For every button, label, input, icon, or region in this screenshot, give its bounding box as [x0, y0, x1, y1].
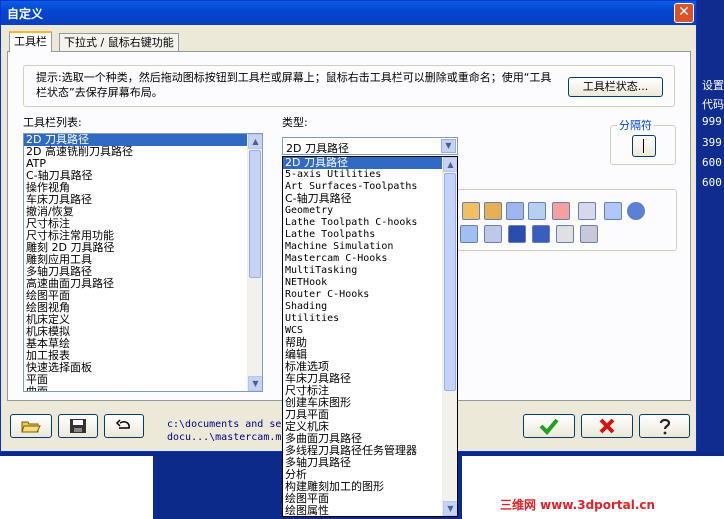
- toolbar-list-scrollbar[interactable]: ▲ ▼: [247, 134, 262, 391]
- background-window-strip: 设置 代码 999 399 600 600: [696, 0, 724, 519]
- category-option[interactable]: Utilities: [283, 313, 457, 325]
- palette-button-3-icon[interactable]: [506, 202, 524, 220]
- info-box: 提示:选取一个种类，然后拖动图标按钮到工具栏或屏幕上；鼠标右击工具栏可以删除或重…: [23, 65, 675, 107]
- open-button[interactable]: [10, 414, 52, 438]
- palette-button-8-icon[interactable]: [627, 202, 645, 220]
- category-option[interactable]: WCS: [283, 325, 457, 337]
- palette-button-6-icon[interactable]: [578, 202, 596, 220]
- category-option[interactable]: 2D 刀具路径: [283, 157, 457, 169]
- category-option[interactable]: Shading: [283, 301, 457, 313]
- reset-button[interactable]: [104, 414, 144, 438]
- close-button[interactable]: ✕: [674, 3, 694, 23]
- category-dropdown-list[interactable]: 2D 刀具路径 5-axis Utilities Art Surfaces-Tool…: [282, 156, 458, 517]
- cancel-button[interactable]: [581, 414, 633, 438]
- save-disk-icon: [70, 419, 86, 433]
- toolbar-file-path-line2: docu...\mastercam.m: [167, 432, 282, 443]
- palette-button-5-icon[interactable]: [552, 202, 570, 220]
- x-icon: [599, 418, 615, 434]
- category-option[interactable]: Lathe Toolpath C-hooks: [283, 217, 457, 229]
- chevron-down-icon[interactable]: ▼: [441, 139, 456, 153]
- category-option[interactable]: 5-axis Utilities: [283, 169, 457, 181]
- background-text-4: 600: [702, 156, 722, 169]
- category-label: 类型:: [282, 116, 308, 129]
- separator-label: 分隔符: [617, 117, 654, 133]
- scroll-up-icon[interactable]: ▲: [248, 134, 262, 149]
- window-title: 自定义: [7, 7, 44, 21]
- palette-button-9-icon[interactable]: [460, 225, 478, 243]
- background-text-2: 999: [702, 115, 722, 128]
- category-option[interactable]: Mastercam C-Hooks: [283, 253, 457, 265]
- palette-button-14-icon[interactable]: [580, 225, 598, 243]
- category-option[interactable]: Lathe Toolpaths: [283, 229, 457, 241]
- scroll-up-icon[interactable]: ▲: [443, 157, 457, 172]
- ok-button[interactable]: [523, 414, 575, 438]
- customize-dialog: 自定义 ✕ 工具栏 下拉式 / 鼠标右键功能 提示:选取一个种类，然后拖动图标按…: [0, 0, 697, 517]
- palette-button-12-icon[interactable]: [532, 225, 550, 243]
- category-option[interactable]: Router C-Hooks: [283, 289, 457, 301]
- palette-button-10-icon[interactable]: [484, 225, 502, 243]
- background-text-0: 设置: [702, 79, 724, 92]
- help-button[interactable]: [639, 414, 690, 438]
- scroll-down-icon[interactable]: ▼: [248, 376, 262, 391]
- toolbar-file-path-line1: c:\documents and se: [167, 419, 282, 430]
- separator-button[interactable]: [632, 135, 656, 157]
- toolbar-list-item[interactable]: 曲面: [24, 386, 262, 392]
- check-icon: [539, 418, 559, 435]
- toolbar-list-item[interactable]: 平面: [24, 374, 262, 386]
- category-option[interactable]: 多轴刀具路径: [283, 457, 457, 469]
- open-folder-icon: [21, 421, 41, 433]
- palette-button-13-icon[interactable]: [556, 225, 574, 243]
- category-option[interactable]: Geometry: [283, 205, 457, 217]
- category-option[interactable]: Machine Simulation: [283, 241, 457, 253]
- palette-button-2-icon[interactable]: [484, 202, 502, 220]
- save-button[interactable]: [58, 414, 98, 438]
- category-select[interactable]: 2D 刀具路径 ▼: [282, 137, 458, 155]
- background-text-5: 600: [702, 176, 722, 189]
- undo-arrow-icon: [115, 419, 130, 429]
- scroll-thumb[interactable]: [249, 150, 261, 278]
- category-option[interactable]: 绘图属性: [283, 505, 457, 517]
- toolbar-list-item[interactable]: 快速选择面板: [24, 362, 262, 374]
- category-dropdown-scrollbar[interactable]: ▲ ▼: [442, 157, 457, 516]
- category-option[interactable]: C-轴刀具路径: [283, 193, 457, 205]
- watermark: 三维网 www.3dportal.cn: [500, 498, 656, 512]
- palette-button-4-icon[interactable]: [528, 202, 546, 220]
- tab-dropdown-rightclick[interactable]: 下拉式 / 鼠标右键功能: [59, 33, 179, 51]
- background-text-1: 代码: [702, 98, 724, 111]
- tab-toolbars[interactable]: 工具栏: [9, 31, 52, 52]
- category-option[interactable]: MultiTasking: [283, 265, 457, 277]
- category-option[interactable]: NETHook: [283, 277, 457, 289]
- title-bar: 自定义 ✕: [1, 1, 696, 25]
- background-text-3: 399: [702, 136, 722, 149]
- palette-button-11-icon[interactable]: [508, 225, 526, 243]
- toolbar-list-label: 工具栏列表:: [23, 116, 82, 129]
- background-panel-left: [0, 456, 153, 519]
- question-icon: [659, 418, 670, 435]
- toolbar-state-button[interactable]: 工具栏状态...: [568, 77, 663, 97]
- palette-button-1-icon[interactable]: [462, 202, 480, 220]
- category-selected-value: 2D 刀具路径: [286, 142, 349, 155]
- toolbar-listbox[interactable]: 2D 刀具路径 2D 高速铣削刀具路径 ATP C-轴刀具路径 操作视角 车床刀具路径 撤消…: [23, 133, 263, 392]
- category-option[interactable]: 帮助: [283, 337, 457, 349]
- toolbar-list-item[interactable]: 2D 高速铣削刀具路径: [24, 146, 262, 158]
- info-text: 提示:选取一个种类，然后拖动图标按钮到工具栏或屏幕上；鼠标右击工具栏可以删除或重…: [36, 71, 552, 99]
- scroll-thumb[interactable]: [444, 173, 456, 391]
- palette-button-7-icon[interactable]: [604, 202, 622, 220]
- scroll-down-icon[interactable]: ▼: [443, 501, 457, 516]
